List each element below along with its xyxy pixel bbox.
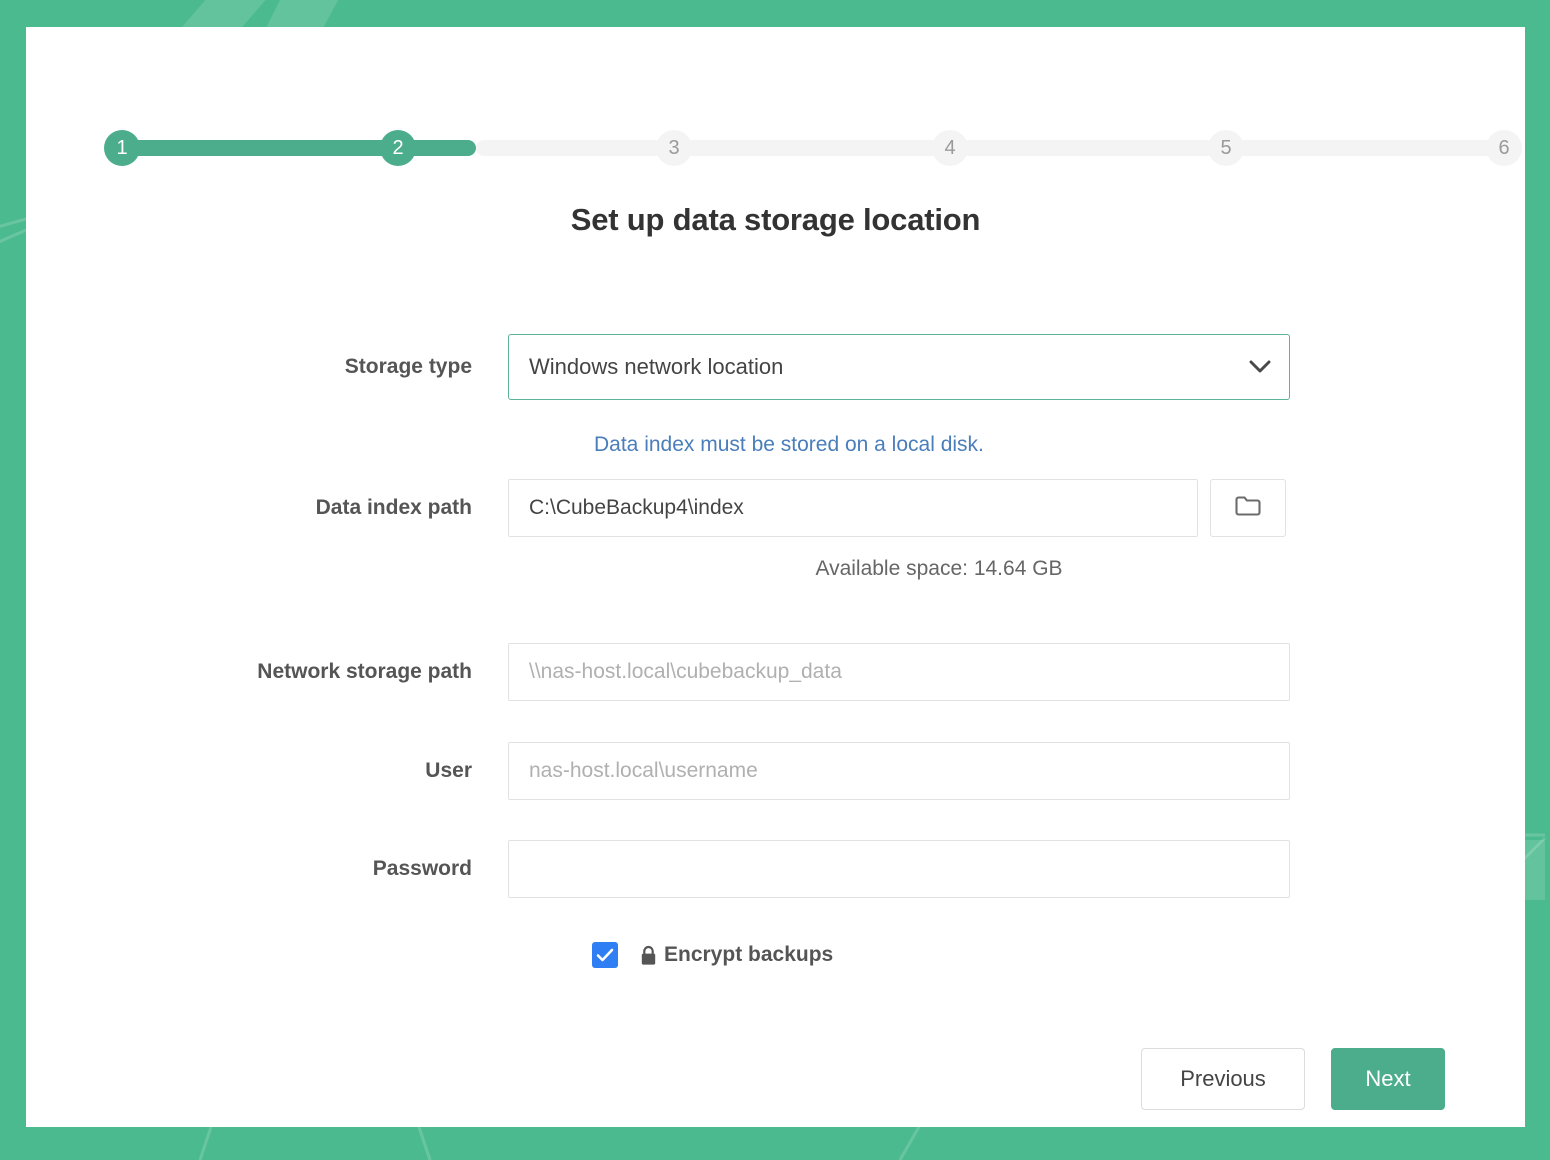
folder-icon [1234,494,1262,523]
stepper-step-5-label: 5 [1220,137,1232,159]
user-input[interactable]: nas-host.local\username [508,742,1290,800]
encrypt-backups-row: Encrypt backups [592,942,833,968]
storage-type-label: Storage type [344,355,472,378]
lock-icon [640,945,657,966]
user-placeholder: nas-host.local\username [529,759,758,782]
available-space-text: Available space: 14.64 GB [815,557,1063,580]
stepper-step-6-label: 6 [1498,137,1510,159]
stepper-step-3-label: 3 [668,137,680,159]
next-button-label: Next [1365,1066,1411,1091]
wizard-button-bar: Previous Next [1141,1048,1445,1110]
data-index-hint: Data index must be stored on a local dis… [594,433,984,456]
previous-button[interactable]: Previous [1141,1048,1305,1110]
chevron-down-icon [1249,354,1271,380]
user-label: User [425,759,472,782]
encrypt-backups-label-group[interactable]: Encrypt backups [640,943,833,967]
stepper-step-1-label: 1 [116,137,128,159]
storage-type-value: Windows network location [529,354,784,379]
wizard-stepper: 1 2 3 4 5 6 [104,130,1522,166]
checkmark-icon [596,948,614,962]
encrypt-backups-label: Encrypt backups [664,943,834,966]
stepper-track-1-2 [122,140,476,156]
stepper-step-4[interactable]: 4 [932,130,968,166]
stepper-step-6[interactable]: 6 [1486,130,1522,166]
previous-button-label: Previous [1180,1066,1266,1091]
data-index-path-input[interactable]: C:\CubeBackup4\index [508,479,1198,537]
storage-type-select[interactable]: Windows network location [508,334,1290,400]
password-row: Password [26,840,1290,898]
data-index-path-label: Data index path [315,496,472,519]
encrypt-backups-checkbox[interactable] [592,942,618,968]
network-storage-path-input[interactable]: \\nas-host.local\cubebackup_data [508,643,1290,701]
data-index-path-row: Data index path C:\CubeBackup4\index [26,479,1286,537]
wizard-card: 1 2 3 4 5 6 Set up data storage location… [26,27,1525,1127]
stepper-step-2-label: 2 [392,137,404,159]
next-button[interactable]: Next [1331,1048,1445,1110]
page-title: Set up data storage location [570,202,981,237]
stepper-track-2-6 [476,140,1504,156]
storage-type-row: Storage type Windows network location [26,334,1290,400]
stepper-step-4-label: 4 [944,137,956,159]
password-input[interactable] [508,840,1290,898]
user-row: User nas-host.local\username [26,742,1290,800]
network-storage-path-row: Network storage path \\nas-host.local\cu… [26,643,1290,701]
network-storage-path-label: Network storage path [257,660,472,683]
browse-folder-button[interactable] [1210,479,1286,537]
data-index-path-value: C:\CubeBackup4\index [529,496,744,519]
network-storage-path-placeholder: \\nas-host.local\cubebackup_data [529,660,842,683]
stepper-step-2[interactable]: 2 [380,130,416,166]
password-label: Password [372,857,472,880]
stepper-step-3[interactable]: 3 [656,130,692,166]
stepper-step-5[interactable]: 5 [1208,130,1244,166]
stepper-step-1[interactable]: 1 [104,130,140,166]
